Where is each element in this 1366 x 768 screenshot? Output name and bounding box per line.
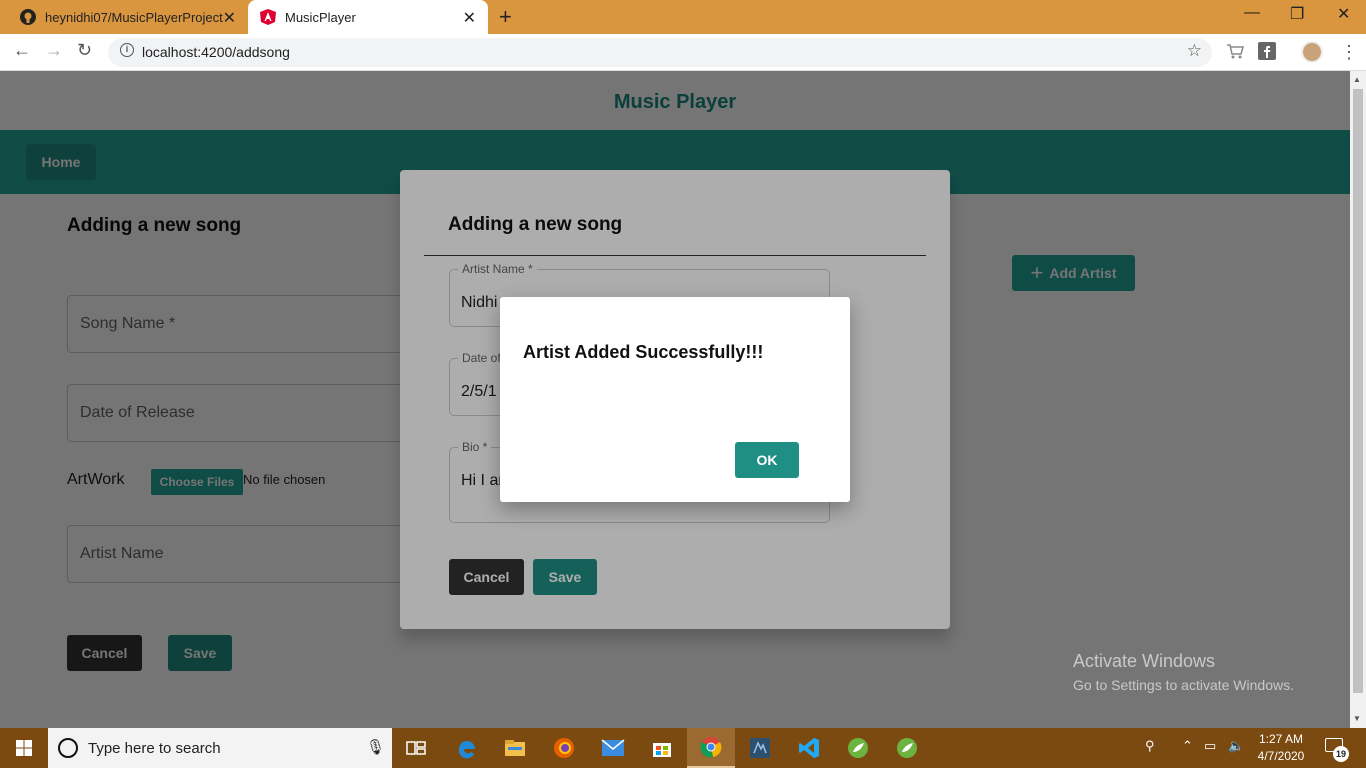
forward-icon[interactable]: → (45, 40, 63, 61)
close-tab-icon[interactable]: ✕ (463, 8, 476, 28)
start-button[interactable] (0, 728, 48, 768)
edge-icon[interactable] (443, 728, 491, 768)
tab-musicplayer[interactable]: MusicPlayer ✕ (248, 0, 488, 34)
close-window-icon[interactable]: ✕ (1337, 4, 1350, 24)
minimize-icon[interactable]: — (1244, 4, 1260, 22)
facebook-extension-icon[interactable] (1258, 42, 1276, 60)
profile-avatar[interactable] (1301, 41, 1323, 63)
clock[interactable]: 1:27 AM 4/7/2020 (1255, 731, 1307, 765)
scroll-thumb[interactable] (1353, 89, 1363, 693)
browser-tab-strip: heynidhi07/MusicPlayerProject ✕ MusicPla… (0, 0, 1366, 34)
windows-logo-icon (16, 740, 32, 756)
notification-badge: 19 (1333, 746, 1349, 762)
clock-time: 1:27 AM (1258, 732, 1304, 746)
chevron-up-icon[interactable]: ⌃ (1182, 738, 1193, 754)
browser-toolbar: ← → ↻ i localhost:4200/addsong ☆ (0, 34, 1366, 71)
bookmark-star-icon[interactable]: ☆ (1187, 41, 1202, 61)
url-text: localhost:4200/addsong (142, 44, 290, 60)
tab-github[interactable]: heynidhi07/MusicPlayerProject ✕ (8, 0, 248, 34)
clock-date: 4/7/2020 (1257, 749, 1305, 763)
chrome-icon[interactable] (687, 728, 735, 768)
search-placeholder: Type here to search (88, 740, 221, 757)
windows-taskbar: Type here to search 🎙 ⚲ ⌃ ▭ 🔈 1:27 AM 4/… (0, 728, 1366, 768)
page-scrollbar[interactable]: ▲ ▼ (1350, 71, 1366, 728)
new-tab-icon[interactable]: + (499, 4, 512, 30)
volume-icon[interactable]: 🔈 (1228, 738, 1244, 754)
mail-icon[interactable] (589, 728, 637, 768)
tab-title: heynidhi07/MusicPlayerProject (45, 9, 223, 25)
activation-watermark-title: Activate Windows (1073, 651, 1216, 671)
file-explorer-icon[interactable] (491, 728, 539, 768)
success-alert: Artist Added Successfully!!! OK (500, 297, 850, 502)
store-icon[interactable] (638, 728, 686, 768)
ok-button[interactable]: OK (735, 442, 799, 478)
menu-icon[interactable]: ⋮ (1340, 42, 1358, 63)
mysql-workbench-icon[interactable] (736, 728, 784, 768)
back-icon[interactable]: ← (13, 40, 31, 61)
restore-icon[interactable]: ❐ (1290, 4, 1304, 24)
info-icon[interactable]: i (120, 43, 134, 57)
alert-message: Artist Added Successfully!!! (523, 342, 764, 362)
microphone-icon[interactable]: 🎙 (366, 738, 385, 756)
tab-title: MusicPlayer (285, 9, 356, 25)
page-content: Music Player Home Adding a new song Song… (0, 71, 1350, 728)
firefox-icon[interactable] (540, 728, 588, 768)
github-icon (20, 9, 36, 25)
taskbar-search[interactable]: Type here to search 🎙 (48, 728, 392, 768)
vscode-icon[interactable] (785, 728, 833, 768)
cart-extension-icon[interactable] (1226, 42, 1244, 60)
people-icon[interactable]: ⚲ (1145, 738, 1155, 754)
reload-icon[interactable]: ↻ (77, 40, 92, 61)
close-tab-icon[interactable]: ✕ (223, 8, 236, 28)
spring-tools-icon-2[interactable] (883, 728, 931, 768)
address-bar[interactable]: i localhost:4200/addsong ☆ (108, 38, 1212, 67)
scroll-up-icon[interactable]: ▲ (1353, 75, 1361, 84)
angular-icon (260, 9, 276, 25)
cortana-icon (58, 738, 78, 758)
battery-icon[interactable]: ▭ (1204, 738, 1216, 754)
activation-watermark-subtitle: Go to Settings to activate Windows. (1073, 677, 1294, 693)
task-view-icon[interactable] (392, 728, 440, 768)
scroll-down-icon[interactable]: ▼ (1353, 714, 1361, 723)
spring-tools-icon[interactable] (834, 728, 882, 768)
